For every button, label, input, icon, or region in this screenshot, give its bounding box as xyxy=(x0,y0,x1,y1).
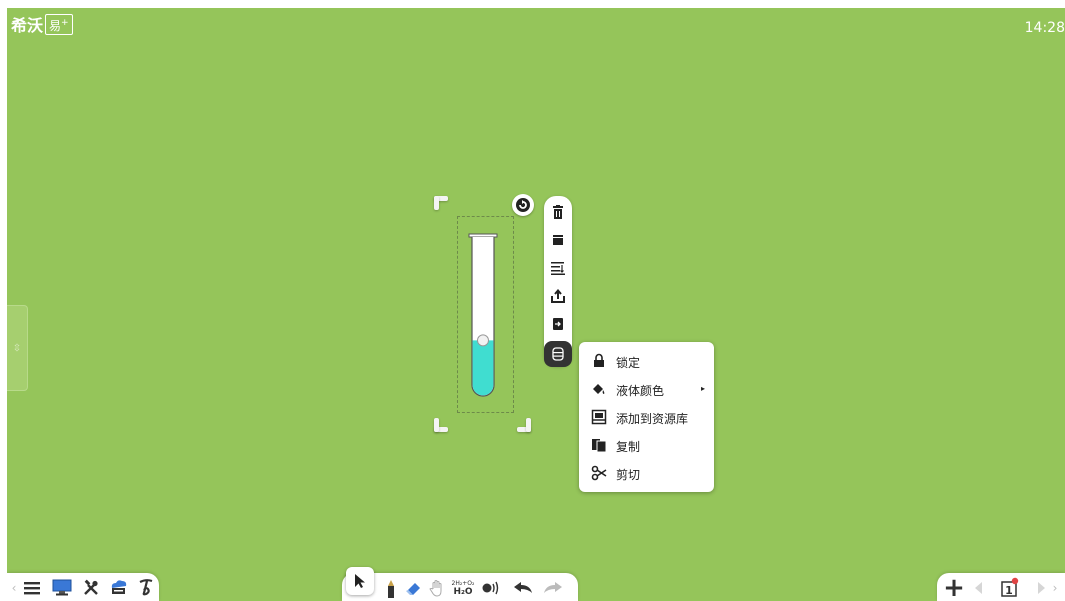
menu-item-label: 复制 xyxy=(616,440,641,454)
align-layers-icon[interactable] xyxy=(548,258,568,278)
upload-icon[interactable] xyxy=(548,286,568,306)
chem-formula-bottom: H₂O xyxy=(453,587,473,597)
scissors-icon xyxy=(591,465,607,481)
add-page-icon[interactable]: + xyxy=(943,573,965,601)
logo-badge: 易+ xyxy=(45,13,73,35)
resize-handle-bottom-left[interactable] xyxy=(434,418,448,432)
roam-hand-icon[interactable] xyxy=(428,578,446,598)
pen-icon[interactable] xyxy=(384,579,398,599)
menu-item-cut[interactable]: 剪切 xyxy=(579,460,714,486)
menu-item-liquid-color[interactable]: 液体颜色 ▸ xyxy=(579,376,714,402)
menu-item-label: 添加到资源库 xyxy=(616,412,689,426)
eraser-icon[interactable] xyxy=(404,578,424,598)
side-panel-handle[interactable]: ⇳ xyxy=(7,305,28,391)
next-page-icon[interactable] xyxy=(1035,579,1049,597)
rotate-icon[interactable] xyxy=(512,194,534,216)
logo-badge-text: 易 xyxy=(49,18,62,33)
desktop-icon[interactable] xyxy=(51,578,73,596)
bottom-toolbar-middle: 2H₂+O₂ H₂O xyxy=(342,567,578,601)
liquid xyxy=(472,340,494,396)
test-tube[interactable] xyxy=(467,232,503,402)
logo-badge-sup: + xyxy=(61,17,69,28)
collapse-left-icon[interactable]: ‹ xyxy=(11,581,17,595)
cloud-courseware-icon[interactable] xyxy=(109,577,129,597)
chemistry-formula-icon[interactable]: 2H₂+O₂ H₂O xyxy=(450,577,476,599)
clock-time: 14:28 xyxy=(1024,20,1065,36)
liquid-level-handle[interactable] xyxy=(477,334,489,347)
redo-icon[interactable] xyxy=(542,579,564,597)
bottom-toolbar-left: ‹ xyxy=(7,573,159,601)
delete-icon[interactable] xyxy=(548,202,568,222)
bottom-toolbar-right: + 1 › xyxy=(937,573,1065,601)
handwriting-icon[interactable] xyxy=(137,578,155,596)
menu-item-label: 锁定 xyxy=(616,356,641,370)
resize-handle-bottom-right[interactable] xyxy=(517,418,531,432)
export-icon[interactable] xyxy=(548,314,568,334)
collapse-right-icon[interactable]: › xyxy=(1051,581,1059,595)
app-logo: 希沃 易+ xyxy=(11,12,73,36)
resize-handle-top-left[interactable] xyxy=(434,196,448,210)
whiteboard-canvas[interactable]: 希沃 易+ 14:28 ⇳ 锁定 液体颜色 ▸ 添加到资源库 复制 剪切 ‹ 2… xyxy=(7,8,1065,601)
menu-item-copy[interactable]: 复制 xyxy=(579,432,714,458)
object-toolbar xyxy=(544,196,572,367)
paint-bucket-icon xyxy=(593,384,605,394)
sound-icon[interactable] xyxy=(480,579,502,597)
side-handle-icon: ⇳ xyxy=(12,342,22,354)
menu-item-lock[interactable]: 锁定 xyxy=(579,348,714,374)
context-menu: 锁定 液体颜色 ▸ 添加到资源库 复制 剪切 xyxy=(579,342,714,492)
menu-item-add-to-library[interactable]: 添加到资源库 xyxy=(579,404,714,430)
copy-icon xyxy=(592,439,607,453)
bring-to-top-icon[interactable] xyxy=(548,230,568,250)
add-to-library-icon xyxy=(591,409,607,425)
submenu-arrow-icon: ▸ xyxy=(701,384,706,393)
lock-icon xyxy=(594,353,604,367)
undo-icon[interactable] xyxy=(512,579,534,597)
page-number: 1 xyxy=(1005,583,1013,597)
menu-icon[interactable] xyxy=(23,579,41,597)
menu-item-label: 液体颜色 xyxy=(616,384,665,398)
add-page-label: + xyxy=(943,573,965,601)
page-number-badge[interactable]: 1 xyxy=(999,576,1021,598)
menu-item-label: 剪切 xyxy=(616,468,641,482)
more-menu-icon[interactable] xyxy=(544,341,572,367)
prev-page-icon[interactable] xyxy=(971,579,985,597)
select-arrow-icon[interactable] xyxy=(346,567,374,595)
tools-icon[interactable] xyxy=(81,578,101,598)
logo-text: 希沃 xyxy=(11,16,44,35)
